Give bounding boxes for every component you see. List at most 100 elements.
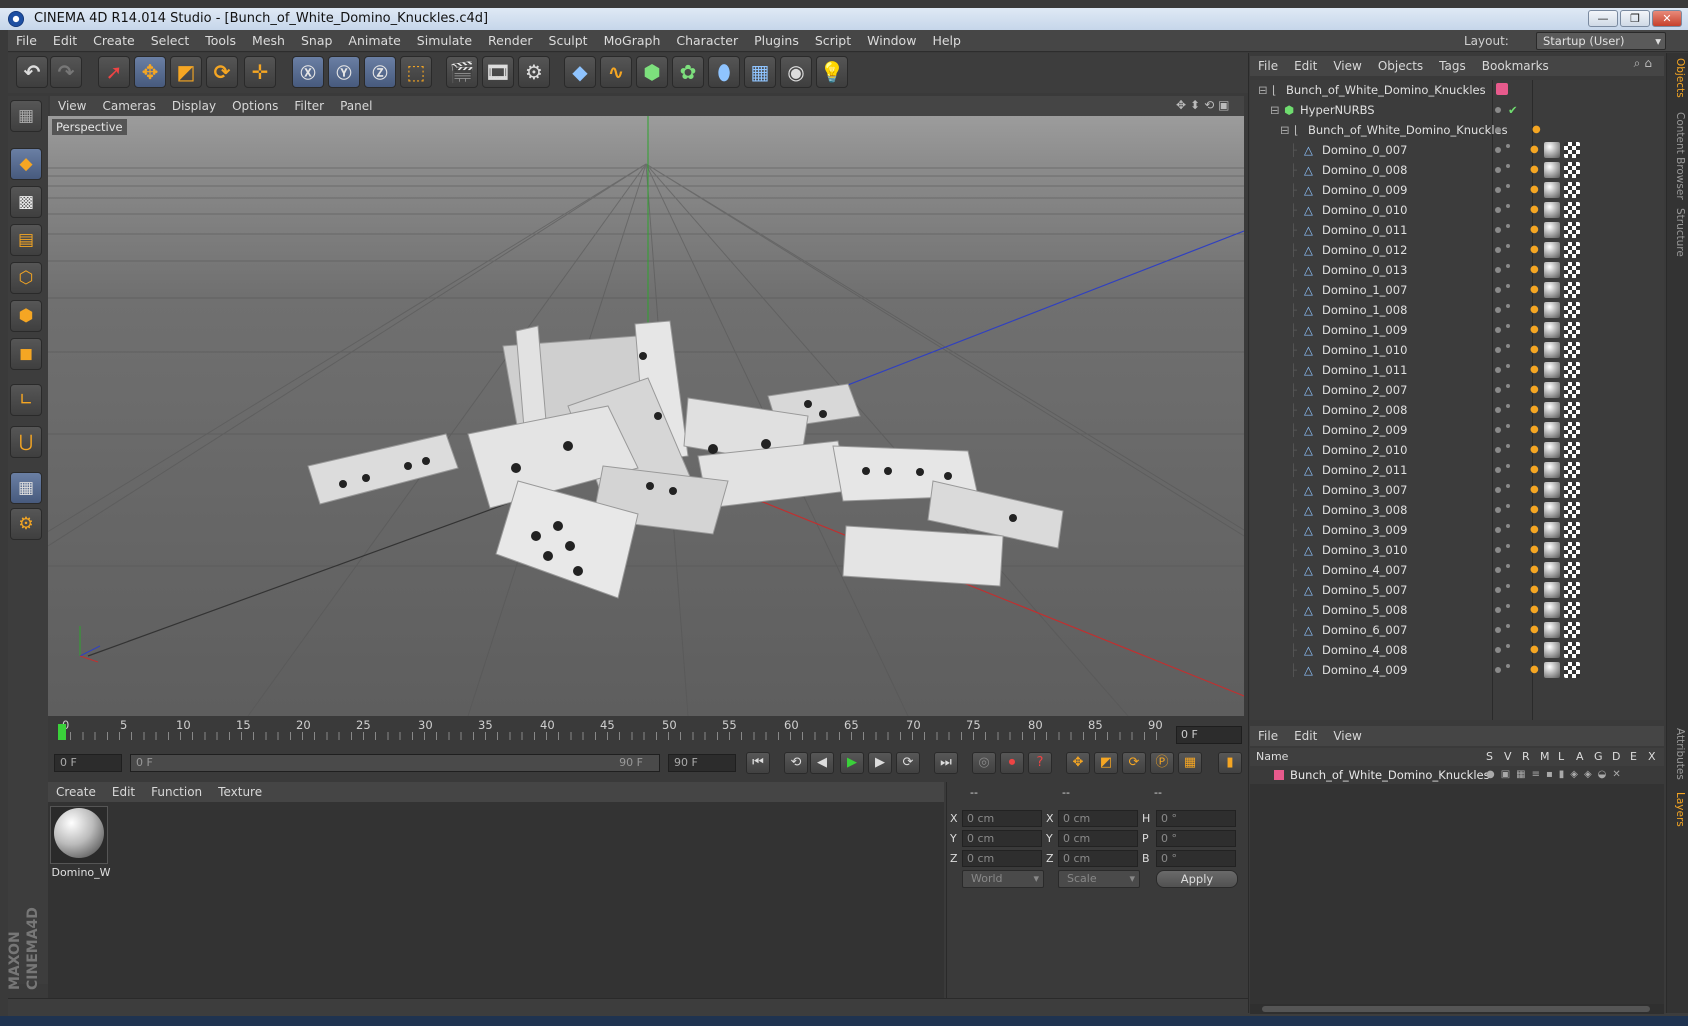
tree-row-root[interactable]: ⊟ ⌊ Bunch_of_White_Domino_Knuckles [1250,80,1664,100]
render-dot[interactable] [1506,564,1510,568]
material-tag-icon[interactable] [1544,502,1560,518]
uvw-tag-icon[interactable] [1564,582,1580,598]
timeline-ruler[interactable]: 0 5 10 15 20 25 30 35 40 45 50 55 60 65 … [48,718,1244,746]
uvw-tag-icon[interactable] [1564,282,1580,298]
uvw-tag-icon[interactable] [1564,302,1580,318]
uvw-tag-icon[interactable] [1564,202,1580,218]
visibility-dot[interactable] [1495,287,1501,293]
render-dot[interactable] [1506,584,1510,588]
material-tag-icon[interactable] [1544,182,1560,198]
uvw-tag-icon[interactable] [1564,222,1580,238]
phong-tag-icon[interactable]: ● [1530,200,1539,220]
tree-row-group[interactable]: ⊟ ⌊ Bunch_of_White_Domino_Knuckles ● [1250,120,1664,140]
render-dot[interactable] [1506,304,1510,308]
previous-key-button[interactable]: ⟲ [784,752,808,774]
texture-mode-button[interactable]: ▩ [10,186,42,218]
points-mode-button[interactable]: ⬡ [10,262,42,294]
render-dot[interactable] [1506,424,1510,428]
objects-menu-bookmarks[interactable]: Bookmarks [1474,56,1557,76]
phong-tag-icon[interactable]: ● [1530,220,1539,240]
material-tag-icon[interactable] [1544,362,1560,378]
snap-button[interactable]: ⋃ [10,426,42,458]
3d-viewport[interactable] [48,116,1244,716]
go-to-start-button[interactable]: ⏮ [746,752,770,774]
render-settings-button[interactable]: ⚙ [518,56,550,88]
uvw-tag-icon[interactable] [1564,482,1580,498]
polygons-mode-button[interactable]: ◼ [10,338,42,370]
layer-col-x[interactable]: X [1648,748,1656,766]
menu-plugins[interactable]: Plugins [746,30,807,52]
phong-tag-icon[interactable]: ● [1530,240,1539,260]
layers-menu-edit[interactable]: Edit [1286,726,1325,746]
render-dot[interactable] [1506,324,1510,328]
rotation-h-field[interactable]: 0 ° [1156,810,1236,827]
record-rotation-button[interactable]: ⟳ [1122,752,1146,774]
uvw-tag-icon[interactable] [1564,522,1580,538]
redo-button[interactable]: ↷ [50,56,82,88]
go-to-end-button[interactable]: ⏭ [934,752,958,774]
record-scale-button[interactable]: ◩ [1094,752,1118,774]
uvw-tag-icon[interactable] [1564,562,1580,578]
render-dot[interactable] [1506,644,1510,648]
render-dot[interactable] [1506,524,1510,528]
tab-objects[interactable]: Objects [1668,58,1686,98]
menu-script[interactable]: Script [807,30,859,52]
maximize-button[interactable]: ❐ [1620,10,1650,27]
viewport-menu-options[interactable]: Options [224,96,286,116]
add-nurbs-button[interactable]: ⬢ [636,56,668,88]
visibility-dot[interactable] [1495,227,1501,233]
phong-tag-icon[interactable]: ● [1530,540,1539,560]
render-dot[interactable] [1506,264,1510,268]
visibility-dot[interactable] [1495,547,1501,553]
phong-tag-icon[interactable]: ● [1530,320,1539,340]
tree-row-domino[interactable]: ├ △ Domino_0_008 ● [1250,160,1664,180]
locked-workplane-button[interactable]: ▦ [10,472,42,504]
render-dot[interactable] [1506,344,1510,348]
material-tag-icon[interactable] [1544,322,1560,338]
render-dot[interactable] [1506,144,1510,148]
menu-mesh[interactable]: Mesh [244,30,293,52]
uvw-tag-icon[interactable] [1564,382,1580,398]
add-cube-button[interactable]: ◆ [564,56,596,88]
visibility-dot[interactable] [1495,567,1501,573]
phong-tag-icon[interactable]: ● [1530,560,1539,580]
render-dot[interactable] [1506,404,1510,408]
visibility-dot[interactable] [1495,187,1501,193]
uvw-tag-icon[interactable] [1564,182,1580,198]
timeline-playhead[interactable] [58,724,66,740]
size-z-field[interactable]: 0 cm [1058,850,1138,867]
menu-file[interactable]: File [8,30,45,52]
viewport-menu-cameras[interactable]: Cameras [94,96,163,116]
objects-menu-objects[interactable]: Objects [1370,56,1431,76]
layer-col-m[interactable]: M [1540,748,1550,766]
uvw-tag-icon[interactable] [1564,402,1580,418]
menu-animate[interactable]: Animate [340,30,408,52]
transform-mode-dropdown[interactable]: Scale ▾ [1058,870,1140,888]
phong-tag-icon[interactable]: ● [1530,580,1539,600]
autokey-button[interactable]: ⏺ [1000,752,1024,774]
record-parameter-button[interactable]: Ⓟ [1150,752,1174,774]
phong-tag-icon[interactable]: ● [1530,600,1539,620]
menu-render[interactable]: Render [480,30,541,52]
layer-row[interactable]: Bunch_of_White_Domino_Knuckles ●▣▦≡▪▮◈◈◒… [1250,766,1664,784]
live-selection-button[interactable]: ➚ [98,56,130,88]
tree-row-domino[interactable]: ├ △ Domino_2_007 ● [1250,380,1664,400]
material-tag-icon[interactable] [1544,162,1560,178]
phong-tag-icon[interactable]: ● [1530,260,1539,280]
end-frame-field[interactable]: 90 F [668,754,736,772]
uvw-tag-icon[interactable] [1564,622,1580,638]
visibility-dot[interactable] [1495,467,1501,473]
material-tag-icon[interactable] [1544,382,1560,398]
render-dot[interactable] [1506,384,1510,388]
uvw-tag-icon[interactable] [1564,362,1580,378]
menu-character[interactable]: Character [668,30,746,52]
tree-row-domino[interactable]: ├ △ Domino_2_010 ● [1250,440,1664,460]
undo-button[interactable]: ↶ [16,56,48,88]
layers-menu-view[interactable]: View [1325,726,1369,746]
timeline-window-button[interactable]: ▮ [1218,752,1242,774]
phong-tag-icon[interactable]: ● [1530,640,1539,660]
tree-row-domino[interactable]: ├ △ Domino_3_008 ● [1250,500,1664,520]
render-dot[interactable] [1506,504,1510,508]
layer-col-a[interactable]: A [1576,748,1584,766]
material-tag-icon[interactable] [1544,642,1560,658]
